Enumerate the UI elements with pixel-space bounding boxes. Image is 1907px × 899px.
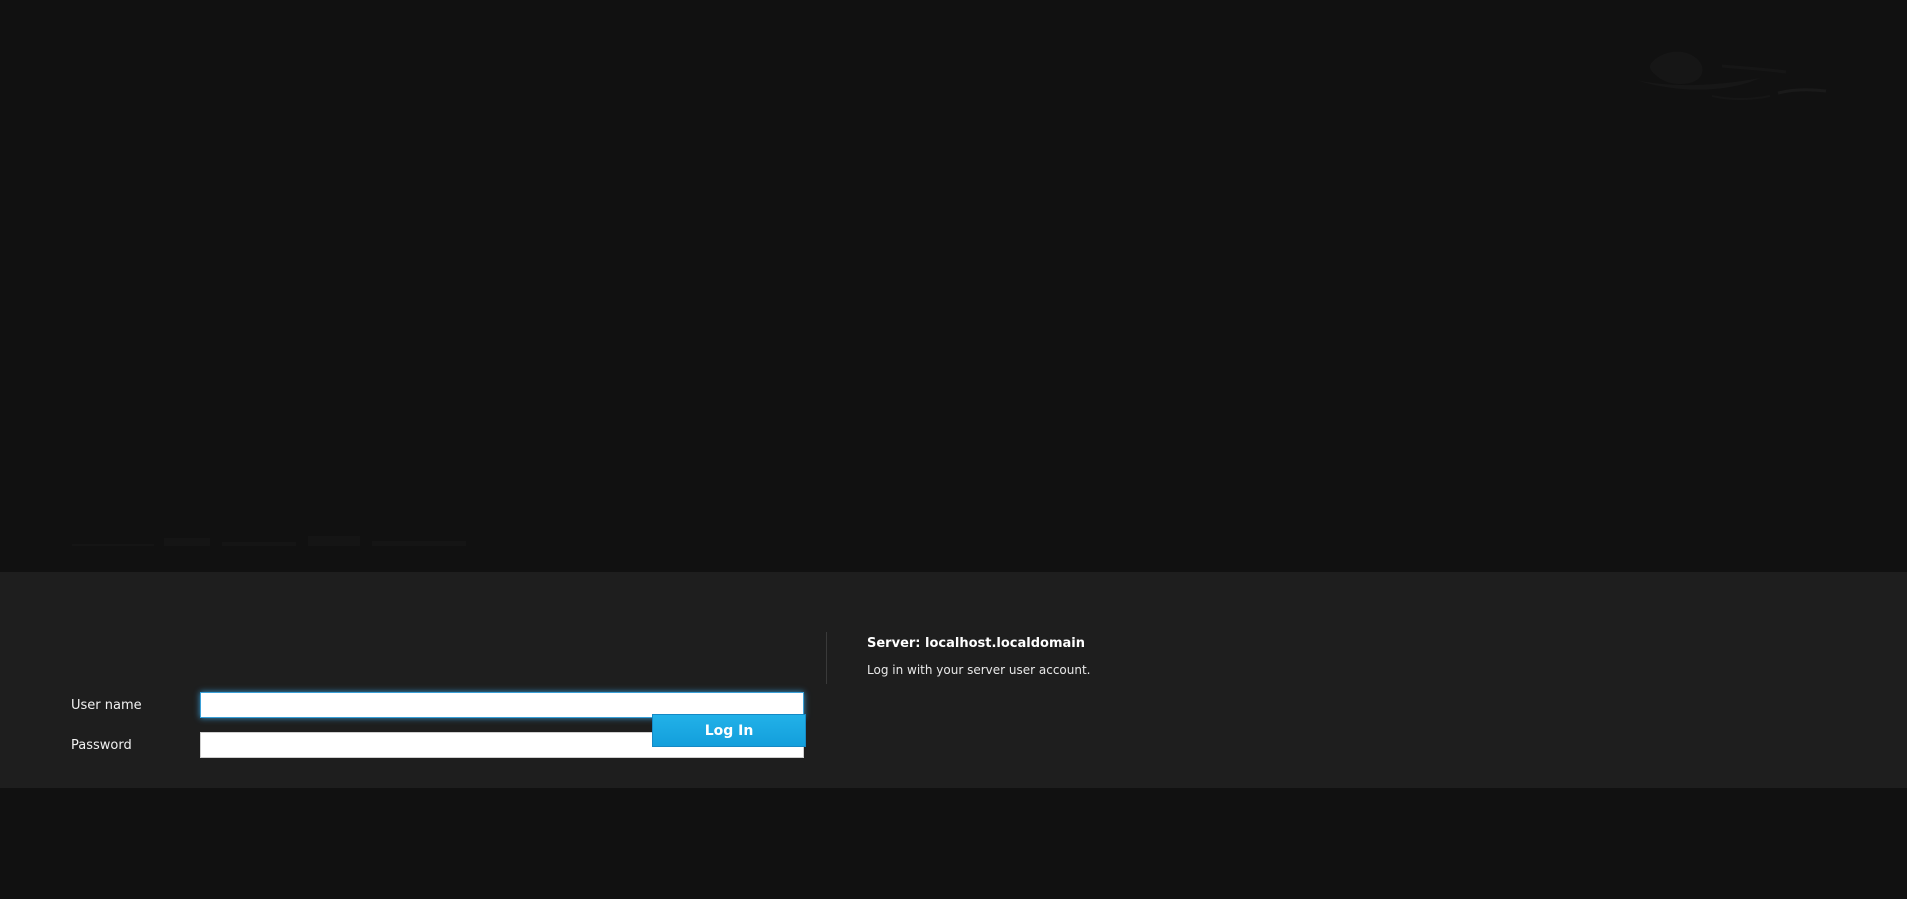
server-info: Server: localhost.localdomain Log in wit… (867, 636, 1467, 677)
footer-area (0, 788, 1907, 899)
server-title: Server: localhost.localdomain (867, 636, 1086, 651)
login-form: User name Password (71, 632, 806, 772)
product-wordmark-icon (72, 536, 466, 546)
form-divider (826, 632, 827, 684)
login-button[interactable]: Log In (652, 714, 806, 747)
server-subtitle: Log in with your server user account. (867, 663, 1091, 677)
login-band: User name Password Log In Server: localh… (0, 572, 1907, 788)
brand-area (0, 0, 1907, 572)
login-page: User name Password Log In Server: localh… (0, 0, 1907, 899)
username-label: User name (71, 698, 142, 713)
password-label: Password (71, 738, 132, 753)
brand-logo-icon (1636, 51, 1827, 100)
